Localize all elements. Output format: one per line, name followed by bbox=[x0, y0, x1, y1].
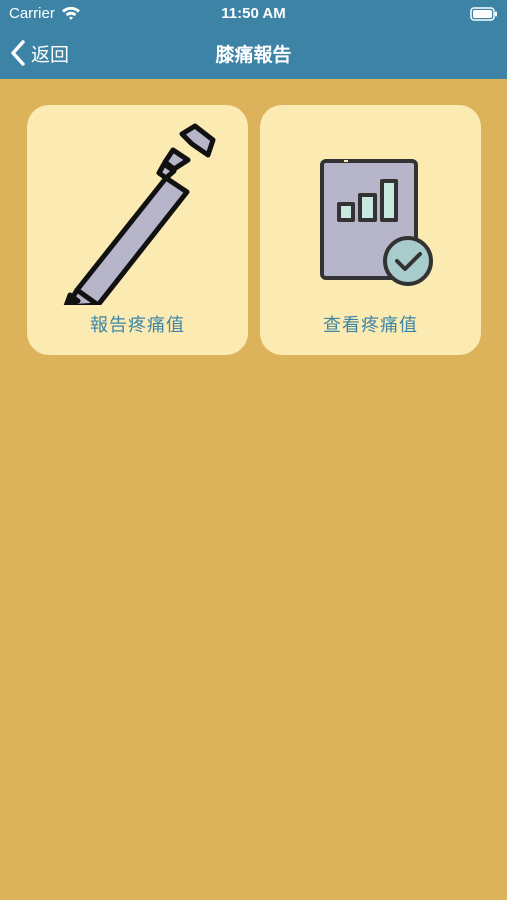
view-pain-label: 查看疼痛值 bbox=[323, 315, 418, 336]
report-pain-label: 報告疼痛值 bbox=[90, 315, 185, 336]
status-bar: Carrier 11:50 AM bbox=[0, 0, 507, 28]
main-content: 報告疼痛值 查看疼痛值 bbox=[0, 79, 507, 900]
app-screen: Carrier 11:50 AM 返回 膝痛報告 報告疼痛值 查看疼痛值 bbox=[0, 0, 507, 900]
header: Carrier 11:50 AM 返回 膝痛報告 bbox=[0, 0, 507, 79]
report-chart-check-icon bbox=[320, 159, 433, 286]
page-title: 膝痛報告 bbox=[215, 44, 292, 66]
navigation-bar: 返回 膝痛報告 bbox=[0, 28, 507, 79]
report-pain-tile[interactable]: 報告疼痛值 bbox=[27, 105, 248, 355]
view-pain-tile[interactable]: 查看疼痛值 bbox=[260, 105, 481, 355]
battery-icon bbox=[470, 7, 497, 21]
pencil-icon bbox=[63, 123, 216, 305]
clock-time: 11:50 AM bbox=[221, 5, 286, 22]
